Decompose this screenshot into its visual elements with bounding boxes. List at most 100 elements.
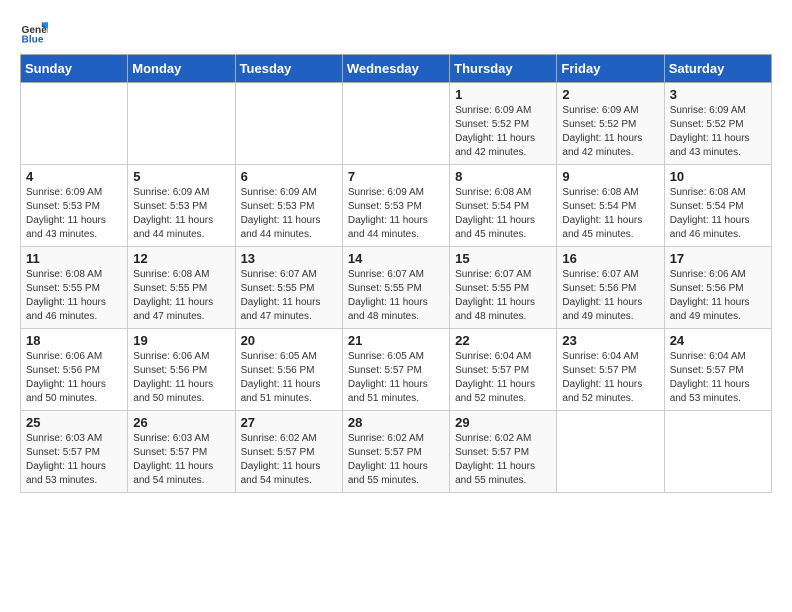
day-number: 17: [670, 251, 766, 266]
day-number: 16: [562, 251, 658, 266]
day-number: 23: [562, 333, 658, 348]
calendar-cell: 20 Sunrise: 6:05 AMSunset: 5:56 PMDayligh…: [235, 329, 342, 411]
calendar-cell: [21, 83, 128, 165]
day-number: 7: [348, 169, 444, 184]
day-number: 24: [670, 333, 766, 348]
calendar-week-row: 4 Sunrise: 6:09 AMSunset: 5:53 PMDaylight…: [21, 165, 772, 247]
calendar-cell: 27 Sunrise: 6:02 AMSunset: 5:57 PMDayligh…: [235, 411, 342, 493]
day-info: Sunrise: 6:06 AMSunset: 5:56 PMDaylight:…: [133, 350, 229, 406]
calendar-cell: 1 Sunrise: 6:09 AMSunset: 5:52 PMDaylight…: [450, 83, 557, 165]
weekday-header: Wednesday: [342, 55, 449, 83]
day-info: Sunrise: 6:02 AMSunset: 5:57 PMDaylight:…: [455, 432, 551, 488]
day-info: Sunrise: 6:09 AMSunset: 5:52 PMDaylight:…: [670, 104, 766, 160]
calendar-week-row: 1 Sunrise: 6:09 AMSunset: 5:52 PMDaylight…: [21, 83, 772, 165]
day-info: Sunrise: 6:09 AMSunset: 5:52 PMDaylight:…: [455, 104, 551, 160]
calendar-cell: 4 Sunrise: 6:09 AMSunset: 5:53 PMDaylight…: [21, 165, 128, 247]
day-info: Sunrise: 6:04 AMSunset: 5:57 PMDaylight:…: [670, 350, 766, 406]
day-number: 20: [241, 333, 337, 348]
calendar-cell: 8 Sunrise: 6:08 AMSunset: 5:54 PMDaylight…: [450, 165, 557, 247]
calendar-cell: 2 Sunrise: 6:09 AMSunset: 5:52 PMDaylight…: [557, 83, 664, 165]
day-info: Sunrise: 6:08 AMSunset: 5:54 PMDaylight:…: [562, 186, 658, 242]
calendar-cell: [664, 411, 771, 493]
day-number: 28: [348, 415, 444, 430]
day-info: Sunrise: 6:06 AMSunset: 5:56 PMDaylight:…: [670, 268, 766, 324]
calendar-week-row: 18 Sunrise: 6:06 AMSunset: 5:56 PMDayligh…: [21, 329, 772, 411]
calendar-cell: 10Sunrise: 6:08 AMSunset: 5:54 PMDayligh…: [664, 165, 771, 247]
day-number: 11: [26, 251, 122, 266]
day-number: 29: [455, 415, 551, 430]
day-number: 25: [26, 415, 122, 430]
weekday-header: Saturday: [664, 55, 771, 83]
calendar-header-row: SundayMondayTuesdayWednesdayThursdayFrid…: [21, 55, 772, 83]
calendar-cell: 29 Sunrise: 6:02 AMSunset: 5:57 PMDayligh…: [450, 411, 557, 493]
day-info: Sunrise: 6:04 AMSunset: 5:57 PMDaylight:…: [562, 350, 658, 406]
day-number: 1: [455, 87, 551, 102]
calendar-table: SundayMondayTuesdayWednesdayThursdayFrid…: [20, 54, 772, 493]
day-number: 12: [133, 251, 229, 266]
day-info: Sunrise: 6:02 AMSunset: 5:57 PMDaylight:…: [241, 432, 337, 488]
calendar-cell: 23 Sunrise: 6:04 AMSunset: 5:57 PMDayligh…: [557, 329, 664, 411]
day-info: Sunrise: 6:07 AMSunset: 5:55 PMDaylight:…: [241, 268, 337, 324]
calendar-week-row: 25 Sunrise: 6:03 AMSunset: 5:57 PMDayligh…: [21, 411, 772, 493]
day-number: 5: [133, 169, 229, 184]
calendar-cell: 22Sunrise: 6:04 AMSunset: 5:57 PMDayligh…: [450, 329, 557, 411]
header: General Blue: [20, 16, 772, 44]
day-info: Sunrise: 6:03 AMSunset: 5:57 PMDaylight:…: [133, 432, 229, 488]
day-info: Sunrise: 6:08 AMSunset: 5:54 PMDaylight:…: [670, 186, 766, 242]
day-number: 3: [670, 87, 766, 102]
calendar-cell: 12 Sunrise: 6:08 AMSunset: 5:55 PMDayligh…: [128, 247, 235, 329]
day-info: Sunrise: 6:04 AMSunset: 5:57 PMDaylight:…: [455, 350, 551, 406]
weekday-header: Tuesday: [235, 55, 342, 83]
calendar-cell: [342, 83, 449, 165]
calendar-cell: 7 Sunrise: 6:09 AMSunset: 5:53 PMDaylight…: [342, 165, 449, 247]
calendar-cell: 15 Sunrise: 6:07 AMSunset: 5:55 PMDayligh…: [450, 247, 557, 329]
day-number: 6: [241, 169, 337, 184]
calendar-cell: 25Sunrise: 6:03 AMSunset: 5:57 PMDayligh…: [21, 411, 128, 493]
weekday-header: Sunday: [21, 55, 128, 83]
logo-icon: General Blue: [20, 16, 48, 44]
day-number: 15: [455, 251, 551, 266]
calendar-cell: 11 Sunrise: 6:08 AMSunset: 5:55 PMDayligh…: [21, 247, 128, 329]
calendar-cell: 21 Sunrise: 6:05 AMSunset: 5:57 PMDayligh…: [342, 329, 449, 411]
day-number: 2: [562, 87, 658, 102]
calendar-cell: 28 Sunrise: 6:02 AMSunset: 5:57 PMDayligh…: [342, 411, 449, 493]
calendar-cell: 13Sunrise: 6:07 AMSunset: 5:55 PMDayligh…: [235, 247, 342, 329]
day-info: Sunrise: 6:09 AMSunset: 5:52 PMDaylight:…: [562, 104, 658, 160]
day-info: Sunrise: 6:09 AMSunset: 5:53 PMDaylight:…: [26, 186, 122, 242]
weekday-header: Monday: [128, 55, 235, 83]
calendar-cell: 3 Sunrise: 6:09 AMSunset: 5:52 PMDaylight…: [664, 83, 771, 165]
calendar-cell: 19 Sunrise: 6:06 AMSunset: 5:56 PMDayligh…: [128, 329, 235, 411]
day-info: Sunrise: 6:06 AMSunset: 5:56 PMDaylight:…: [26, 350, 122, 406]
day-info: Sunrise: 6:05 AMSunset: 5:56 PMDaylight:…: [241, 350, 337, 406]
day-info: Sunrise: 6:08 AMSunset: 5:55 PMDaylight:…: [26, 268, 122, 324]
svg-text:Blue: Blue: [22, 34, 44, 44]
day-info: Sunrise: 6:09 AMSunset: 5:53 PMDaylight:…: [241, 186, 337, 242]
day-info: Sunrise: 6:07 AMSunset: 5:55 PMDaylight:…: [455, 268, 551, 324]
day-info: Sunrise: 6:05 AMSunset: 5:57 PMDaylight:…: [348, 350, 444, 406]
day-info: Sunrise: 6:09 AMSunset: 5:53 PMDaylight:…: [348, 186, 444, 242]
day-number: 4: [26, 169, 122, 184]
calendar-cell: 6 Sunrise: 6:09 AMSunset: 5:53 PMDaylight…: [235, 165, 342, 247]
day-info: Sunrise: 6:07 AMSunset: 5:55 PMDaylight:…: [348, 268, 444, 324]
day-number: 27: [241, 415, 337, 430]
day-number: 19: [133, 333, 229, 348]
day-info: Sunrise: 6:08 AMSunset: 5:55 PMDaylight:…: [133, 268, 229, 324]
calendar-cell: 17 Sunrise: 6:06 AMSunset: 5:56 PMDayligh…: [664, 247, 771, 329]
day-info: Sunrise: 6:02 AMSunset: 5:57 PMDaylight:…: [348, 432, 444, 488]
weekday-header: Friday: [557, 55, 664, 83]
calendar-cell: [235, 83, 342, 165]
calendar-cell: 5 Sunrise: 6:09 AMSunset: 5:53 PMDaylight…: [128, 165, 235, 247]
calendar-cell: [557, 411, 664, 493]
day-number: 8: [455, 169, 551, 184]
day-number: 18: [26, 333, 122, 348]
day-info: Sunrise: 6:09 AMSunset: 5:53 PMDaylight:…: [133, 186, 229, 242]
day-info: Sunrise: 6:08 AMSunset: 5:54 PMDaylight:…: [455, 186, 551, 242]
calendar-cell: 24 Sunrise: 6:04 AMSunset: 5:57 PMDayligh…: [664, 329, 771, 411]
day-info: Sunrise: 6:07 AMSunset: 5:56 PMDaylight:…: [562, 268, 658, 324]
day-number: 9: [562, 169, 658, 184]
day-number: 21: [348, 333, 444, 348]
calendar-week-row: 11 Sunrise: 6:08 AMSunset: 5:55 PMDayligh…: [21, 247, 772, 329]
calendar-cell: 18 Sunrise: 6:06 AMSunset: 5:56 PMDayligh…: [21, 329, 128, 411]
calendar-cell: 14 Sunrise: 6:07 AMSunset: 5:55 PMDayligh…: [342, 247, 449, 329]
day-number: 14: [348, 251, 444, 266]
